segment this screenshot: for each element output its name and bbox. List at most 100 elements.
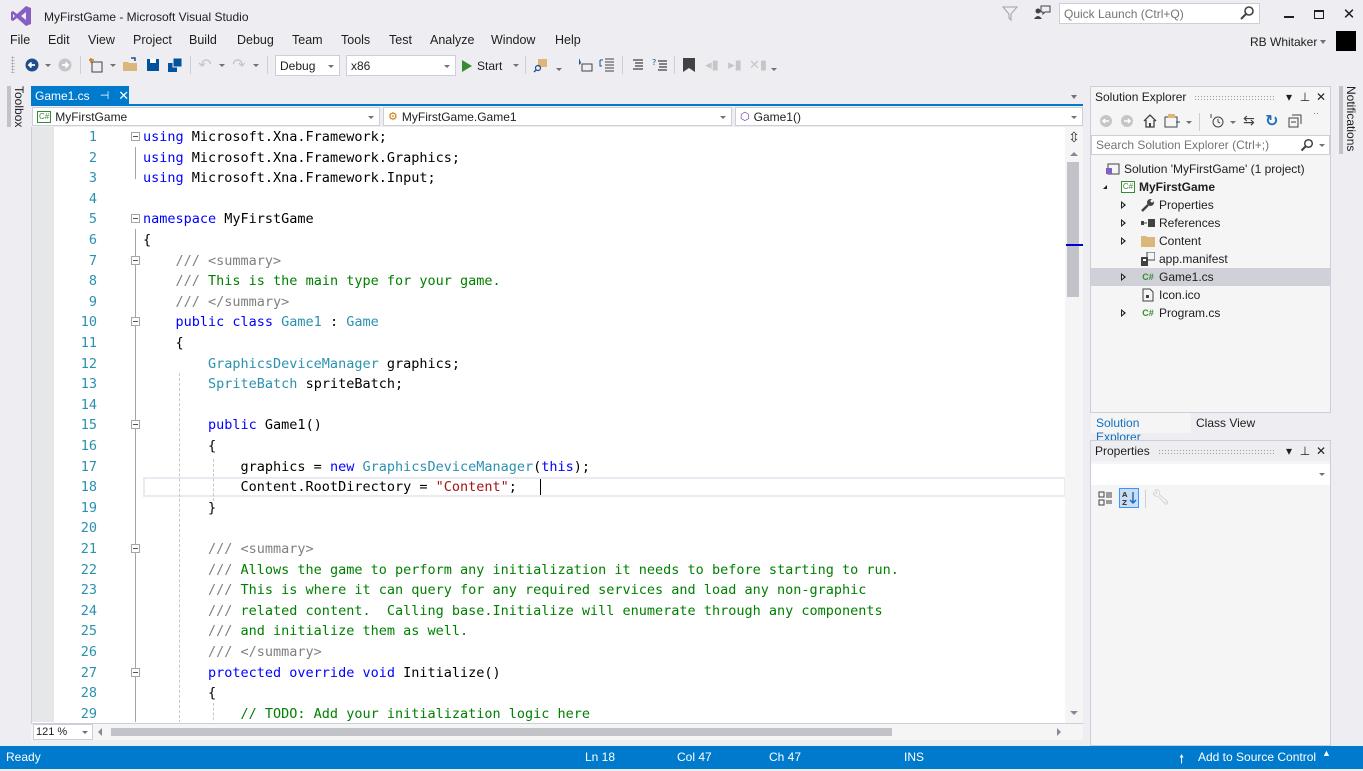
avatar[interactable] xyxy=(1336,31,1356,51)
zoom-level-select[interactable]: 121 % xyxy=(33,724,93,740)
code-line[interactable]: 23 /// This is where it can query for an… xyxy=(32,580,1066,601)
tree-item[interactable]: app.manifest xyxy=(1091,250,1330,268)
new-project-dropdown-icon[interactable] xyxy=(110,64,116,67)
categorized-icon[interactable] xyxy=(1098,491,1113,506)
open-file-button[interactable] xyxy=(121,56,139,74)
scroll-down-arrow-icon[interactable] xyxy=(1070,711,1078,715)
back-dropdown-icon[interactable] xyxy=(45,64,51,67)
start-debugging-button[interactable]: Start xyxy=(462,56,502,76)
collapse-region-icon[interactable] xyxy=(131,255,140,265)
toolbar-overflow-icon[interactable] xyxy=(556,68,562,71)
user-name[interactable]: RB Whitaker xyxy=(1250,35,1317,49)
code-line[interactable]: 10 public class Game1 : Game xyxy=(32,312,1066,333)
pin-icon[interactable]: ⊥ xyxy=(1298,90,1312,104)
collapsed-arrow-icon[interactable] xyxy=(1121,273,1126,281)
code-line[interactable]: 8 /// This is the main type for your gam… xyxy=(32,271,1066,292)
menu-build[interactable]: Build xyxy=(187,33,219,47)
menu-file[interactable]: File xyxy=(8,33,32,47)
property-pages-wrench-icon[interactable]: 🔧︎ xyxy=(1151,488,1170,506)
collapsed-arrow-icon[interactable] xyxy=(1121,237,1126,245)
toolbar-overflow-icon[interactable] xyxy=(771,68,777,71)
scroll-left-arrow-icon[interactable] xyxy=(98,728,102,736)
solution-explorer-search-box[interactable] xyxy=(1091,135,1330,155)
navigate-back-button[interactable] xyxy=(23,56,41,74)
navigate-forward-button[interactable] xyxy=(56,56,74,74)
tree-item[interactable]: Solution 'MyFirstGame' (1 project) xyxy=(1091,160,1330,178)
code-line[interactable]: 25 /// and initialize them as well. xyxy=(32,621,1066,642)
collapsed-arrow-icon[interactable] xyxy=(1121,219,1126,227)
code-line[interactable]: 7 /// <summary> xyxy=(32,251,1066,272)
collapse-region-icon[interactable] xyxy=(131,667,140,677)
select-cursor-button[interactable] xyxy=(576,56,594,74)
menu-view[interactable]: View xyxy=(86,33,117,47)
menu-edit[interactable]: Edit xyxy=(46,33,72,47)
collapsed-arrow-icon[interactable] xyxy=(1121,309,1126,317)
tab-game1-cs[interactable]: Game1.cs ⊣ ✕ xyxy=(31,86,129,105)
scroll-up-arrow-icon[interactable] xyxy=(1070,152,1078,156)
toolbar-grip[interactable] xyxy=(11,56,15,73)
code-line[interactable]: 4 xyxy=(32,189,1066,210)
new-project-button[interactable] xyxy=(87,56,105,74)
search-icon[interactable] xyxy=(1300,138,1314,152)
code-line[interactable]: 5 namespace MyFirstGame xyxy=(32,209,1066,230)
tree-item[interactable]: Content xyxy=(1091,232,1330,250)
pending-changes-dropdown-icon[interactable] xyxy=(1230,121,1236,124)
split-window-handle[interactable]: ⇳ xyxy=(1065,128,1083,146)
collapse-region-icon[interactable] xyxy=(131,132,140,141)
window-position-dropdown-icon[interactable]: ▾ xyxy=(1282,444,1296,458)
alphabetical-button[interactable]: AZ xyxy=(1119,488,1139,508)
search-icon[interactable] xyxy=(1239,5,1255,21)
solution-configuration-select[interactable]: Debug xyxy=(275,55,340,76)
code-lines[interactable]: 1 using Microsoft.Xna.Framework; 2 using Mi… xyxy=(32,127,1066,722)
code-line[interactable]: 9 /// </summary> xyxy=(32,292,1066,313)
menu-debug[interactable]: Debug xyxy=(235,33,276,47)
tree-item[interactable]: References xyxy=(1091,214,1330,232)
code-line[interactable]: 15 public Game1() xyxy=(32,415,1066,436)
code-line[interactable]: 20 xyxy=(32,518,1066,539)
save-button[interactable] xyxy=(144,56,162,74)
tree-item[interactable]: Icon.ico xyxy=(1091,286,1330,304)
tab-overflow-dropdown-icon[interactable] xyxy=(1071,95,1077,99)
undo-button[interactable]: ↶ xyxy=(196,56,214,74)
switch-views-dropdown-icon[interactable] xyxy=(1186,121,1192,124)
filter-icon[interactable] xyxy=(1002,5,1018,21)
solution-platform-select[interactable]: x86 xyxy=(346,55,456,76)
chevron-up-icon[interactable]: ▲ xyxy=(1322,748,1331,758)
collapsed-arrow-icon[interactable] xyxy=(1121,201,1126,209)
code-line[interactable]: 16 { xyxy=(32,436,1066,457)
scroll-right-arrow-icon[interactable] xyxy=(1057,728,1061,736)
pin-icon[interactable]: ⊥ xyxy=(1298,444,1312,458)
collapse-region-icon[interactable] xyxy=(131,544,140,553)
code-line[interactable]: 21 /// <summary> xyxy=(32,539,1066,560)
menu-test[interactable]: Test xyxy=(387,33,414,47)
vertical-scroll-thumb[interactable] xyxy=(1067,162,1079,297)
panel-drag-grip[interactable] xyxy=(1194,94,1274,100)
quick-launch-box[interactable] xyxy=(1059,3,1260,24)
code-line[interactable]: 27 protected override void Initialize() xyxy=(32,663,1066,684)
find-in-files-button[interactable] xyxy=(532,56,550,74)
menu-analyze[interactable]: Analyze xyxy=(428,33,476,47)
close-tab-icon[interactable]: ✕ xyxy=(118,88,129,104)
code-line[interactable]: 17 graphics = new GraphicsDeviceManager(… xyxy=(32,457,1066,478)
uncomment-lines-button[interactable]: ? xyxy=(651,56,669,74)
project-dropdown[interactable]: C# MyFirstGame xyxy=(32,107,380,126)
home-icon[interactable] xyxy=(1142,113,1158,129)
switch-views-icon[interactable] xyxy=(1164,113,1182,129)
notifications-tab[interactable]: Notifications xyxy=(1339,86,1358,154)
expanded-arrow-icon[interactable] xyxy=(1103,185,1107,189)
code-line[interactable]: 22 /// Allows the game to perform any in… xyxy=(32,560,1066,581)
start-dropdown-icon[interactable] xyxy=(513,64,519,67)
previous-bookmark-button[interactable]: ◂▮ xyxy=(703,56,721,74)
close-button[interactable]: ✕ xyxy=(1336,4,1362,24)
close-panel-icon[interactable]: ✕ xyxy=(1314,90,1328,104)
collapse-region-icon[interactable] xyxy=(131,214,140,224)
back-arrow-icon[interactable] xyxy=(1099,114,1113,128)
menu-team[interactable]: Team xyxy=(290,33,325,47)
code-line[interactable]: 24 /// related content. Calling base.Ini… xyxy=(32,601,1066,622)
collapse-region-icon[interactable] xyxy=(131,420,140,430)
collapse-all-icon[interactable] xyxy=(1288,114,1302,128)
code-line[interactable]: 19 } xyxy=(32,498,1066,519)
code-line[interactable]: 14 xyxy=(32,395,1066,416)
add-to-source-control-button[interactable]: Add to Source Control xyxy=(1198,750,1316,764)
code-line[interactable]: 1 using Microsoft.Xna.Framework; xyxy=(32,127,1066,148)
